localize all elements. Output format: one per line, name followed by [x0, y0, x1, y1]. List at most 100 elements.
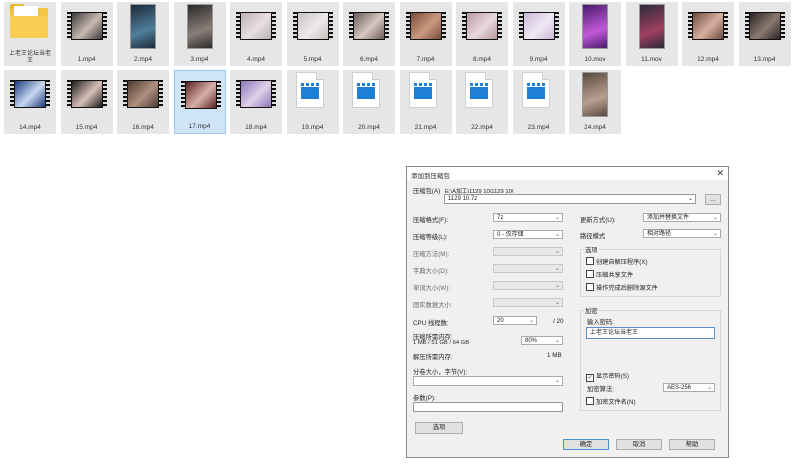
video-thumbnail	[462, 4, 502, 49]
video-thumbnail	[130, 4, 156, 49]
video-thumbnail	[638, 4, 665, 49]
shared-checkbox[interactable]: 压缩共享文件	[586, 270, 633, 279]
video-thumbnail	[349, 4, 389, 49]
file-item[interactable]: 1.mp4	[60, 2, 113, 66]
video-thumbnail	[123, 72, 163, 117]
video-thumbnail	[292, 4, 333, 49]
dict-select[interactable]: ⌄	[493, 264, 563, 273]
file-item[interactable]: 8.mp4	[456, 2, 508, 66]
level-select[interactable]: 0 - 仅存储 ⌄	[493, 230, 563, 239]
enc-method-select[interactable]: AES-256 ⌄	[663, 383, 715, 392]
video-file-icon	[352, 72, 380, 108]
chevron-down-icon: ⌄	[554, 378, 560, 384]
file-name: 22.mp4	[471, 124, 493, 131]
chevron-down-icon: ⌄	[554, 283, 560, 289]
video-file-icon	[295, 72, 324, 108]
file-name: 5.mp4	[303, 56, 322, 63]
file-item[interactable]: 22.mp4	[456, 70, 508, 134]
ok-button[interactable]: 确定	[563, 439, 609, 450]
file-name: 18.mp4	[245, 124, 267, 131]
sfx-label: 创建自解压程序(X)	[596, 259, 648, 266]
file-name: 20.mp4	[358, 124, 380, 131]
video-file-icon	[521, 72, 550, 108]
delete-source-checkbox[interactable]: 操作完成后删除源文件	[586, 283, 658, 292]
chevron-down-icon: ⌄	[554, 300, 560, 306]
file-item[interactable]: 24.mp4	[569, 70, 621, 134]
decomp-value: 1 MB	[547, 352, 562, 359]
file-item[interactable]: 9.mp4	[512, 2, 565, 66]
file-item[interactable]: 15.mp4	[60, 70, 113, 134]
file-item[interactable]: 18.mp4	[230, 70, 282, 134]
file-name: 4.mp4	[246, 56, 266, 63]
word-select[interactable]: ⌄	[493, 281, 563, 290]
close-icon[interactable]: ✕	[716, 168, 724, 179]
file-item[interactable]: 23.mp4	[512, 70, 565, 134]
options-button[interactable]: 选项	[415, 422, 463, 434]
add-to-archive-dialog: 添加到压缩包 ✕ 压缩包(A) E:\A加工\1129 10\1129 10\ …	[406, 166, 729, 458]
file-name: 17.mp4	[188, 123, 211, 130]
file-item[interactable]: 11.mov	[625, 2, 678, 66]
chevron-down-icon: ⌄	[528, 318, 534, 324]
file-item[interactable]: 17.mp4	[173, 70, 226, 134]
file-item[interactable]: 21.mp4	[399, 70, 452, 134]
file-item[interactable]: 13.mp4	[738, 2, 791, 66]
file-item[interactable]: 10.mov	[569, 2, 621, 66]
file-name: 14.mp4	[19, 124, 41, 131]
encrypt-names-checkbox[interactable]: 加密文件名(N)	[586, 397, 636, 406]
video-thumbnail	[518, 4, 559, 49]
video-thumbnail	[10, 72, 50, 117]
solid-select[interactable]: ⌄	[493, 298, 563, 307]
params-label: 参数(P):	[413, 395, 436, 402]
level-label: 压缩等级(L):	[413, 234, 448, 241]
cpu-select[interactable]: 20 ⌄	[493, 316, 537, 325]
file-item[interactable]: 2.mp4	[117, 2, 169, 66]
folder-item[interactable]: 上老王论坛当老王	[4, 2, 56, 66]
file-item[interactable]: 19.mp4	[286, 70, 339, 134]
cancel-button[interactable]: 取消	[616, 439, 662, 450]
file-item[interactable]: 4.mp4	[230, 2, 282, 66]
file-item[interactable]: 20.mp4	[343, 70, 395, 134]
help-button[interactable]: 帮助	[669, 439, 715, 450]
chevron-down-icon: ⌄	[712, 231, 718, 237]
method-select[interactable]: ⌄	[493, 247, 563, 256]
archive-label: 压缩包(A)	[413, 188, 441, 195]
chevron-down-icon: ⌄	[554, 232, 560, 238]
update-select[interactable]: 添加并替换文件 ⌄	[643, 213, 721, 222]
dialog-title: 添加到压缩包	[411, 173, 450, 180]
mem-info: 1 MB / 51 GB / 64 GB	[413, 340, 470, 346]
split-select[interactable]: ⌄	[413, 376, 563, 386]
chevron-down-icon: ⌄	[554, 338, 560, 344]
mem-select[interactable]: 80% ⌄	[521, 336, 563, 345]
decomp-label: 解压所需内存:	[413, 354, 453, 361]
level-value: 0 - 仅存储	[497, 232, 524, 238]
file-item[interactable]: 14.mp4	[4, 70, 56, 134]
solid-label: 固实数据大小:	[413, 302, 453, 309]
cpu-max: / 20	[553, 318, 564, 325]
video-thumbnail	[236, 4, 276, 49]
show-password-label: 显示密码(S)	[596, 373, 629, 380]
options-group-title: 选项	[584, 245, 599, 254]
video-thumbnail	[180, 73, 221, 118]
show-password-checkbox[interactable]: ✓ 显示密码(S)	[586, 371, 629, 382]
file-name: 8.mp4	[472, 56, 492, 63]
pathmode-select[interactable]: 相对路径 ⌄	[643, 229, 721, 238]
params-input[interactable]	[413, 402, 563, 412]
format-select[interactable]: 7z ⌄	[493, 213, 563, 222]
chevron-down-icon: ⌄	[554, 215, 560, 221]
file-item[interactable]: 5.mp4	[286, 2, 339, 66]
archive-name-input[interactable]: 1129 10.7z ⌄	[444, 194, 696, 204]
video-file-icon	[408, 72, 437, 108]
file-item[interactable]: 12.mp4	[682, 2, 734, 66]
file-item[interactable]: 6.mp4	[343, 2, 395, 66]
file-item[interactable]: 16.mp4	[117, 70, 169, 134]
file-item[interactable]: 7.mp4	[399, 2, 452, 66]
browse-button[interactable]: ...	[705, 194, 721, 205]
password-input[interactable]: 上老王论坛当老王	[586, 327, 715, 339]
sfx-checkbox[interactable]: 创建自解压程序(X)	[586, 257, 648, 266]
file-name: 12.mp4	[697, 56, 719, 63]
checkbox-box	[586, 270, 594, 278]
file-item[interactable]: 3.mp4	[173, 2, 226, 66]
pathmode-value: 相对路径	[647, 231, 672, 237]
video-thumbnail	[66, 72, 107, 117]
file-name: 上老王论坛当老王	[8, 51, 51, 64]
